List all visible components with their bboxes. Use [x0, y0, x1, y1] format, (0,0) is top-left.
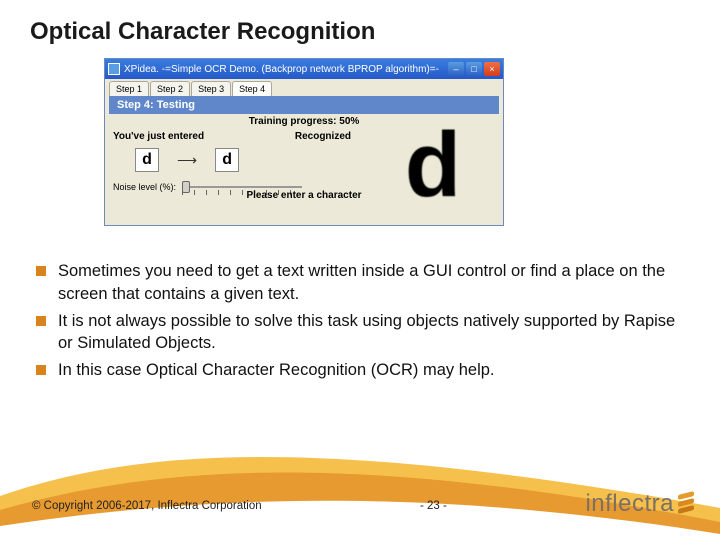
copyright-text: © Copyright 2006-2017, Inflectra Corpora… [32, 500, 262, 512]
tab-step2[interactable]: Step 2 [150, 81, 190, 96]
app-icon [108, 63, 120, 75]
slide-title: Optical Character Recognition [30, 18, 375, 46]
bullet-item: Sometimes you need to get a text written… [36, 260, 684, 306]
page-number: - 23 - [420, 500, 447, 512]
tab-step3[interactable]: Step 3 [191, 81, 231, 96]
arrow-icon: ⟶ [177, 152, 197, 169]
recognized-char-box: d [215, 148, 239, 172]
prompt-text: Please enter a character [105, 190, 503, 201]
slider-track [182, 186, 302, 188]
entered-label: You've just entered [113, 131, 204, 142]
tab-strip: Step 1 Step 2 Step 3 Step 4 [105, 79, 503, 96]
slide: Optical Character Recognition XPidea. -=… [0, 0, 720, 540]
entered-char-box[interactable]: d [135, 148, 159, 172]
maximize-button[interactable]: □ [466, 62, 482, 76]
logo-text: inflectra [585, 490, 674, 518]
bullet-list: Sometimes you need to get a text written… [36, 260, 684, 386]
ocr-body: You've just entered Recognized d ⟶ d Noi… [105, 129, 503, 204]
logo-mark-icon [678, 493, 694, 515]
window-titlebar: XPidea. -=Simple OCR Demo. (Backprop net… [105, 59, 503, 79]
inflectra-logo: inflectra [585, 490, 694, 518]
bullet-item: In this case Optical Character Recogniti… [36, 359, 684, 382]
step-banner: Step 4: Testing [109, 96, 499, 114]
tab-step1[interactable]: Step 1 [109, 81, 149, 96]
window-buttons: – □ × [448, 62, 500, 76]
minimize-button[interactable]: – [448, 62, 464, 76]
footer-swoosh [0, 430, 720, 540]
window-title: XPidea. -=Simple OCR Demo. (Backprop net… [124, 64, 448, 75]
char-row: d ⟶ d [135, 148, 373, 172]
tab-step4[interactable]: Step 4 [232, 81, 272, 96]
close-button[interactable]: × [484, 62, 500, 76]
recognized-label: Recognized [295, 131, 351, 142]
ocr-header-row: You've just entered Recognized [113, 131, 373, 142]
bullet-item: It is not always possible to solve this … [36, 310, 684, 356]
ocr-demo-window: XPidea. -=Simple OCR Demo. (Backprop net… [104, 58, 504, 226]
